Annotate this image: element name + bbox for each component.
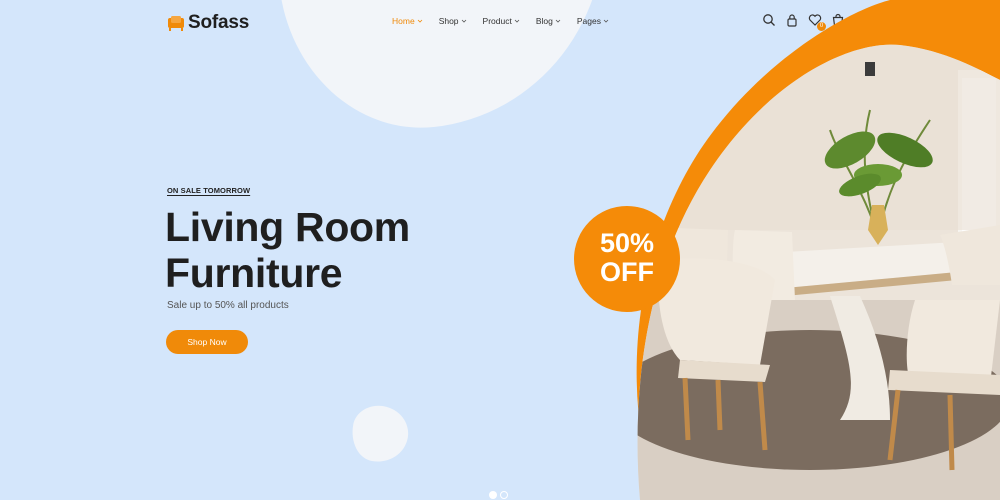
nav-item-home[interactable]: Home — [392, 16, 423, 26]
slider-dots — [489, 491, 508, 499]
brand-name: Sofass — [188, 12, 250, 33]
hero-title: Living Room Furniture — [165, 204, 410, 296]
nav-label: Home — [392, 16, 415, 26]
hero-title-line-1: Living Room — [165, 204, 410, 250]
hero-kicker: ON SALE TOMORROW — [167, 186, 251, 195]
site-logo[interactable]: Sofass — [167, 12, 249, 34]
shop-now-button[interactable]: Shop Now — [166, 330, 248, 354]
nav-label: Shop — [438, 16, 459, 26]
chevron-down-icon — [461, 19, 466, 23]
chevron-down-icon — [417, 19, 422, 23]
nav-item-shop[interactable]: Shop — [439, 16, 467, 26]
sofa-logo-icon — [168, 16, 184, 31]
hero-subtitle: Sale up to 50% all products — [167, 300, 289, 311]
background-blob-small — [347, 401, 413, 467]
slider-dot-2[interactable] — [500, 491, 508, 499]
discount-label: OFF — [600, 257, 654, 287]
nav-item-product[interactable]: Product — [483, 16, 520, 26]
chevron-down-icon — [514, 19, 520, 23]
discount-badge: 50% OFF — [574, 206, 680, 312]
nav-label: Blog — [535, 16, 553, 26]
slider-dot-1[interactable] — [489, 491, 497, 499]
nav-label: Product — [482, 16, 512, 26]
discount-percent: 50% — [599, 228, 655, 258]
hero-title-line-2: Furniture — [165, 250, 343, 296]
nav-item-blog[interactable]: Blog — [536, 16, 561, 26]
